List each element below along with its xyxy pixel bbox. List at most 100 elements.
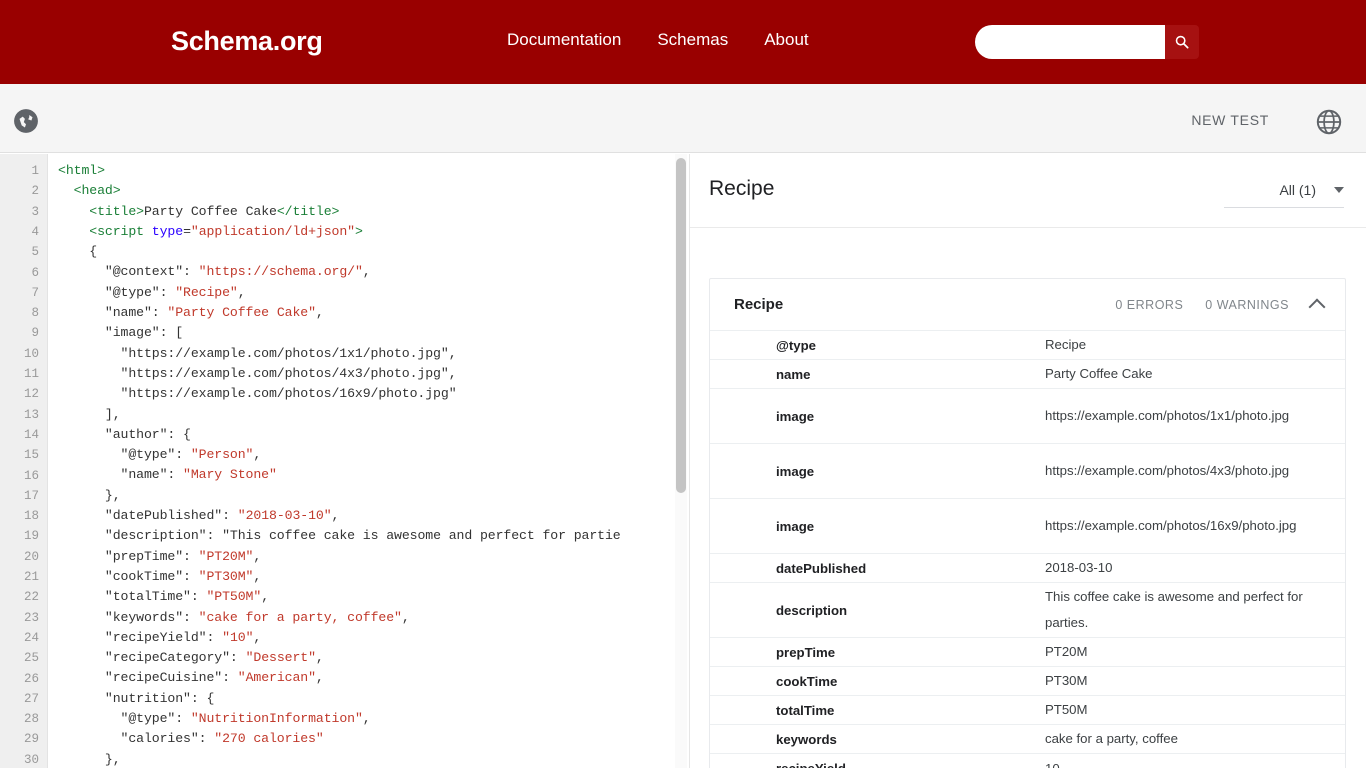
line-number: 3 bbox=[31, 204, 39, 219]
property-row: @type Recipe bbox=[710, 331, 1345, 360]
property-row: prepTime PT20M bbox=[710, 638, 1345, 667]
code-line: "recipeYield": "10", bbox=[104, 629, 262, 645]
property-row: cookTime PT30M bbox=[710, 667, 1345, 696]
code-line: "@type": "NutritionInformation", bbox=[120, 711, 371, 727]
nav-link-schemas[interactable]: Schemas bbox=[657, 30, 728, 50]
results-panel: Recipe All (1) Recipe 0 ERRORS 0 WARNING… bbox=[690, 154, 1366, 768]
property-value: Recipe bbox=[1045, 337, 1087, 352]
property-row: totalTime PT50M bbox=[710, 696, 1345, 725]
property-key: prepTime bbox=[776, 644, 836, 660]
code-line: <title>Party Coffee Cake</title> bbox=[89, 203, 340, 219]
line-number: 23 bbox=[23, 610, 39, 625]
code-line: "cookTime": "PT30M", bbox=[104, 568, 262, 584]
code-line: <head> bbox=[73, 183, 121, 199]
property-row: datePublished 2018-03-10 bbox=[710, 554, 1345, 583]
search-icon bbox=[1175, 35, 1189, 49]
property-value: 10 bbox=[1045, 760, 1060, 768]
code-scrollbar-thumb[interactable] bbox=[676, 158, 686, 493]
main-navigation: Documentation Schemas About bbox=[507, 30, 809, 50]
schema-org-logo[interactable]: Schema.org bbox=[171, 26, 323, 57]
property-value: https://example.com/photos/1x1/photo.jpg bbox=[1045, 408, 1290, 423]
line-number: 14 bbox=[23, 427, 39, 442]
code-line: "recipeCategory": "Dessert", bbox=[104, 650, 324, 666]
result-card-header[interactable]: Recipe 0 ERRORS 0 WARNINGS bbox=[710, 279, 1345, 331]
property-row: image https://example.com/photos/16x9/pho… bbox=[710, 499, 1345, 554]
search-input[interactable] bbox=[975, 25, 1165, 59]
errors-badge: 0 ERRORS bbox=[1115, 297, 1184, 312]
results-header: Recipe All (1) bbox=[690, 154, 1366, 228]
line-number: 8 bbox=[31, 306, 39, 321]
property-key: description bbox=[776, 602, 848, 618]
line-number: 21 bbox=[23, 570, 39, 584]
line-number: 9 bbox=[31, 326, 39, 341]
warnings-badge: 0 WARNINGS bbox=[1205, 297, 1289, 312]
code-line: { bbox=[58, 244, 98, 260]
line-number: 2 bbox=[31, 184, 39, 199]
line-number: 1 bbox=[31, 164, 39, 178]
property-key: image bbox=[776, 463, 815, 479]
property-value: PT30M bbox=[1045, 673, 1088, 688]
property-row: keywords cake for a party, coffee bbox=[710, 725, 1345, 754]
property-key: keywords bbox=[776, 731, 837, 747]
property-value: PT50M bbox=[1045, 702, 1088, 717]
property-value: This coffee cake is awesome and perfect … bbox=[1045, 589, 1303, 630]
new-test-button[interactable]: NEW TEST bbox=[1191, 112, 1269, 128]
site-banner: Schema.org Documentation Schemas About bbox=[0, 0, 1366, 84]
code-line: "calories": "270 calories" bbox=[120, 731, 324, 747]
property-value: 2018-03-10 bbox=[1045, 560, 1113, 575]
code-line: <script type="application/ld+json"> bbox=[89, 223, 363, 239]
property-value: cake for a party, coffee bbox=[1045, 731, 1178, 746]
property-row: image https://example.com/photos/1x1/phot… bbox=[710, 389, 1345, 444]
code-line: "description": "This coffee cake is awes… bbox=[104, 528, 621, 544]
property-value: PT20M bbox=[1045, 644, 1088, 659]
line-number: 18 bbox=[23, 509, 39, 524]
code-line: "https://example.com/photos/16x9/photo.j… bbox=[58, 386, 457, 402]
property-row: name Party Coffee Cake bbox=[710, 360, 1345, 389]
property-value: Party Coffee Cake bbox=[1045, 366, 1153, 381]
line-number: 19 bbox=[23, 529, 39, 544]
code-line: }, bbox=[58, 487, 121, 503]
results-filter-label: All (1) bbox=[1279, 182, 1316, 198]
property-key: image bbox=[776, 518, 815, 534]
property-key: datePublished bbox=[776, 560, 867, 576]
site-search bbox=[975, 25, 1199, 59]
search-button[interactable] bbox=[1165, 25, 1199, 59]
line-number: 30 bbox=[23, 752, 39, 767]
property-row: recipeYield10 bbox=[710, 754, 1345, 768]
chevron-up-icon[interactable] bbox=[1308, 298, 1326, 315]
line-number-gutter: 1 2 3 4 5 6 7 8 9 10 11 12 13 14 15 16 17 18 19 20 21 22 23 24 2… bbox=[0, 154, 48, 768]
chevron-down-icon bbox=[1334, 187, 1344, 193]
code-content[interactable]: <html> <head> <title>Party Coffee Cake</… bbox=[58, 161, 690, 768]
code-line: "name": "Party Coffee Cake", bbox=[104, 305, 324, 321]
code-line: "@context": "https://schema.org/", bbox=[104, 264, 371, 280]
code-editor-panel[interactable]: 1 2 3 4 5 6 7 8 9 10 11 12 13 14 15 16 17 18 19 20 21 22 23 24 2… bbox=[0, 154, 690, 768]
web-globe-filled-icon[interactable] bbox=[13, 108, 39, 134]
line-number: 11 bbox=[23, 367, 39, 381]
property-value: https://example.com/photos/16x9/photo.jp… bbox=[1045, 518, 1297, 533]
property-row: image https://example.com/photos/4x3/phot… bbox=[710, 444, 1345, 499]
code-line: "@type": "Recipe", bbox=[104, 284, 246, 300]
property-row: description This coffee cake is awesome a… bbox=[710, 583, 1345, 638]
line-number: 27 bbox=[23, 691, 39, 706]
code-line: "https://example.com/photos/1x1/photo.jp… bbox=[58, 345, 457, 361]
result-card-recipe: Recipe 0 ERRORS 0 WARNINGS @type Recipe na… bbox=[709, 278, 1346, 768]
globe-outline-icon[interactable] bbox=[1315, 108, 1343, 136]
results-title: Recipe bbox=[709, 177, 775, 200]
results-filter-dropdown[interactable]: All (1) bbox=[1224, 182, 1344, 208]
code-line: "https://example.com/photos/4x3/photo.jp… bbox=[58, 365, 457, 381]
nav-link-about[interactable]: About bbox=[764, 30, 808, 50]
line-number: 10 bbox=[23, 346, 39, 361]
nav-link-documentation[interactable]: Documentation bbox=[507, 30, 621, 50]
property-value: https://example.com/photos/4x3/photo.jpg bbox=[1045, 463, 1290, 478]
code-line: }, bbox=[58, 751, 121, 767]
code-line: "@type": "Person", bbox=[120, 447, 262, 463]
code-line: "keywords": "cake for a party, coffee", bbox=[104, 609, 410, 625]
line-number: 24 bbox=[23, 630, 39, 645]
property-key: @type bbox=[776, 337, 816, 353]
code-line: "recipeCuisine": "American", bbox=[104, 670, 324, 686]
property-key: recipeYield bbox=[710, 761, 1045, 768]
line-number: 6 bbox=[31, 265, 39, 280]
code-line: "nutrition": { bbox=[104, 690, 215, 706]
line-number: 5 bbox=[31, 245, 39, 260]
code-line: "totalTime": "PT50M", bbox=[104, 589, 270, 605]
